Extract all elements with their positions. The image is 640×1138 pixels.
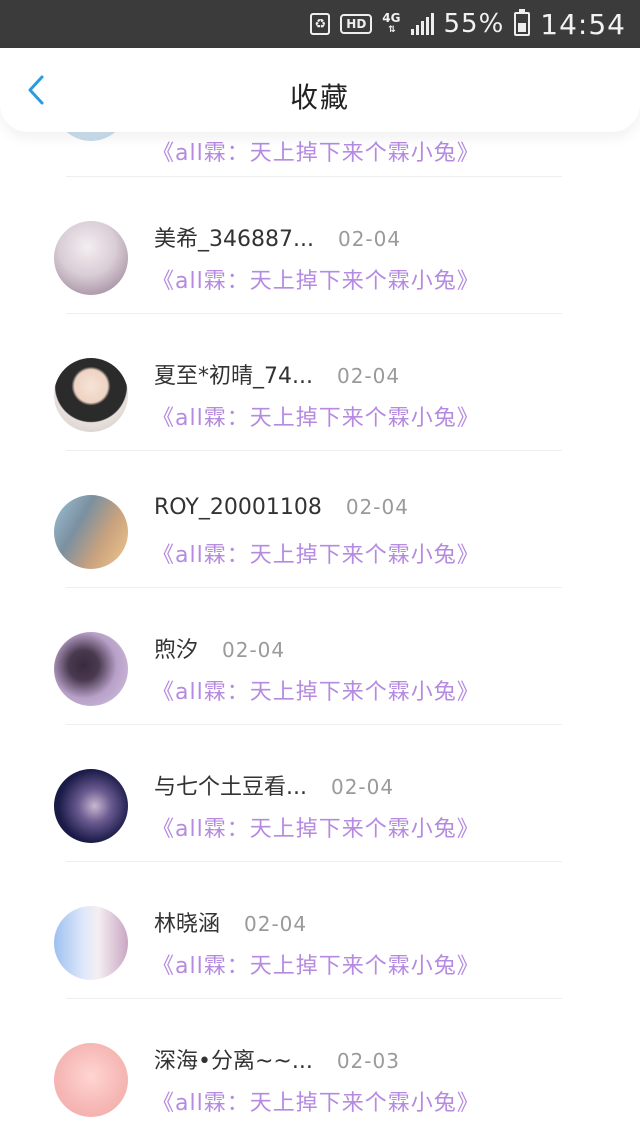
recycle-icon: ♻ xyxy=(310,13,331,35)
network-indicator: 4G ⇅ xyxy=(382,12,400,36)
divider xyxy=(66,176,562,177)
status-bar: ♻ HD 4G ⇅ 55% 14:54 xyxy=(0,0,640,48)
avatar[interactable] xyxy=(54,769,128,843)
list-item[interactable]: 与七个土豆看... 02-04 《all霖：天上掉下来个霖小兔》 xyxy=(0,769,640,906)
divider xyxy=(66,724,562,725)
story-title-link[interactable]: 《all霖：天上掉下来个霖小兔》 xyxy=(152,400,480,432)
divider xyxy=(66,450,562,451)
story-title-link[interactable]: 《all霖：天上掉下来个霖小兔》 xyxy=(152,948,480,980)
divider xyxy=(66,313,562,314)
list-item[interactable]: ROY_20001108 02-04 《all霖：天上掉下来个霖小兔》 xyxy=(0,495,640,632)
list-item-partial[interactable]: 《all霖：天上掉下来个霖小兔》 xyxy=(0,132,640,224)
avatar[interactable] xyxy=(54,495,128,569)
list-item[interactable]: 深海•分离~~... 02-03 《all霖：天上掉下来个霖小兔》 xyxy=(0,1043,640,1138)
story-title-link[interactable]: 《all霖：天上掉下来个霖小兔》 xyxy=(152,263,480,295)
post-date: 02-04 xyxy=(337,227,402,251)
story-title-link[interactable]: 《all霖：天上掉下来个霖小兔》 xyxy=(152,811,480,843)
header: 收藏 xyxy=(0,48,640,132)
avatar xyxy=(54,132,128,141)
post-date: 02-04 xyxy=(222,638,286,662)
battery-icon xyxy=(514,9,531,36)
user-name[interactable]: 与七个土豆看... xyxy=(154,769,307,801)
user-name[interactable]: ROY_20001108 xyxy=(154,495,322,520)
story-title-link[interactable]: 《all霖：天上掉下来个霖小兔》 xyxy=(152,135,480,167)
divider xyxy=(66,587,562,588)
avatar[interactable] xyxy=(54,1043,128,1117)
story-title-link[interactable]: 《all霖：天上掉下来个霖小兔》 xyxy=(152,674,480,706)
signal-icon xyxy=(410,13,434,35)
clock: 14:54 xyxy=(540,7,626,41)
avatar[interactable] xyxy=(54,358,128,432)
list-item[interactable]: 美希_346887... 02-04 《all霖：天上掉下来个霖小兔》 xyxy=(0,221,640,358)
data-arrows-icon: ⇅ xyxy=(388,25,395,35)
battery-percentage: 55% xyxy=(443,9,505,39)
avatar[interactable] xyxy=(54,221,128,295)
page-title: 收藏 xyxy=(289,81,350,114)
user-name[interactable]: 美希_346887... xyxy=(154,221,314,253)
network-type: 4G xyxy=(382,11,401,25)
post-date: 02-04 xyxy=(345,495,409,519)
post-date: 02-04 xyxy=(330,775,395,799)
post-date: 02-04 xyxy=(336,364,401,388)
avatar[interactable] xyxy=(54,906,128,980)
list-item[interactable]: 夏至*初晴_74... 02-04 《all霖：天上掉下来个霖小兔》 xyxy=(0,358,640,495)
hd-badge: HD xyxy=(340,14,373,34)
list-item[interactable]: 林晓涵 02-04 《all霖：天上掉下来个霖小兔》 xyxy=(0,906,640,1043)
divider xyxy=(66,998,562,999)
user-name[interactable]: 煦汐 xyxy=(154,632,198,664)
story-title-link[interactable]: 《all霖：天上掉下来个霖小兔》 xyxy=(152,537,480,569)
list-item[interactable]: 煦汐 02-04 《all霖：天上掉下来个霖小兔》 xyxy=(0,632,640,769)
avatar[interactable] xyxy=(54,632,128,706)
user-name[interactable]: 深海•分离~~... xyxy=(154,1043,313,1075)
divider xyxy=(66,861,562,862)
story-title-link[interactable]: 《all霖：天上掉下来个霖小兔》 xyxy=(152,1085,480,1117)
user-name[interactable]: 林晓涵 xyxy=(154,906,220,938)
post-date: 02-04 xyxy=(244,912,308,936)
favorites-list[interactable]: 《all霖：天上掉下来个霖小兔》 美希_346887... 02-04 《all… xyxy=(0,132,640,1138)
user-name[interactable]: 夏至*初晴_74... xyxy=(154,358,313,390)
post-date: 02-03 xyxy=(336,1049,400,1073)
